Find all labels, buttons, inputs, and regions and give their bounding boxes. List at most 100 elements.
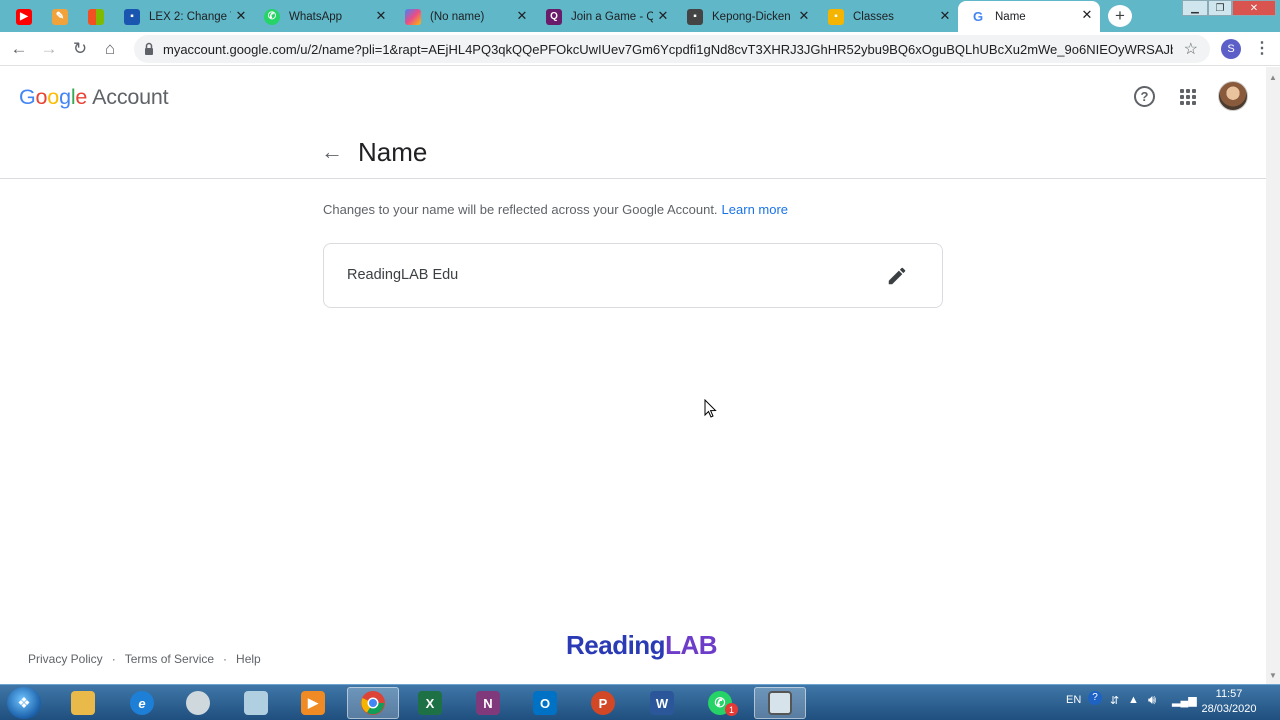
tab-classes[interactable]: ▪ Classes ✕	[828, 2, 958, 31]
taskbar-whatsapp[interactable]: ✆ 1	[694, 687, 746, 719]
close-icon[interactable]: ✕	[938, 9, 952, 23]
restore-button[interactable]: ❐	[1208, 0, 1232, 16]
tab-no-name[interactable]: (No name) ✕	[405, 2, 535, 31]
start-button[interactable]: ❖	[7, 687, 41, 719]
scroll-up-arrow-icon[interactable]: ▲	[1269, 73, 1277, 82]
powerpoint-icon: P	[591, 691, 615, 715]
close-icon[interactable]: ✕	[515, 9, 529, 23]
tab-lex2[interactable]: ▪ LEX 2: Change T ✕	[124, 2, 254, 31]
taskbar-paint[interactable]	[172, 687, 224, 719]
home-button[interactable]: ⌂	[99, 38, 121, 60]
tab-kepong[interactable]: ▪ Kepong-Dicken ✕	[687, 2, 817, 31]
tab-join-a-game[interactable]: Q Join a Game - Q ✕	[546, 2, 676, 31]
help-icon[interactable]: ?	[1134, 86, 1155, 107]
taskbar-chrome[interactable]	[347, 687, 399, 719]
tab-whatsapp[interactable]: ✆ WhatsApp ✕	[264, 2, 394, 31]
reload-button[interactable]: ↻	[69, 38, 91, 60]
taskbar-explorer[interactable]	[57, 687, 109, 719]
close-icon[interactable]: ✕	[797, 9, 811, 23]
back-arrow-icon[interactable]: ←	[321, 139, 343, 165]
tab-label: Classes	[853, 10, 894, 23]
edit-pencil-icon[interactable]	[886, 265, 908, 287]
forward-button[interactable]: →	[38, 38, 60, 60]
close-icon[interactable]: ✕	[234, 9, 248, 23]
quizizz-icon: Q	[546, 8, 562, 25]
tab-pencil-doc[interactable]: ✎	[52, 2, 78, 31]
close-window-button[interactable]: ✕	[1232, 0, 1276, 16]
logo-letter: e	[75, 85, 88, 109]
word-icon: W	[650, 691, 674, 715]
logo-letter: o	[35, 85, 48, 109]
help-tray-icon[interactable]: ?	[1088, 691, 1102, 705]
scroll-down-arrow-icon[interactable]: ▼	[1269, 671, 1277, 680]
paint-palette-icon	[186, 691, 210, 715]
system-clock[interactable]: 11:57 28/03/2020	[1196, 687, 1262, 717]
page-title-bar: ← Name	[0, 127, 1266, 179]
tab-label: Kepong-Dicken	[712, 10, 791, 23]
close-icon[interactable]: ✕	[1080, 8, 1094, 22]
close-icon[interactable]: ✕	[374, 9, 388, 23]
name-card[interactable]: ReadingLAB Edu	[323, 243, 943, 308]
volume-icon[interactable]: 🔊︎	[1148, 692, 1156, 708]
help-link[interactable]: Help	[236, 652, 261, 666]
show-hidden-icons-icon[interactable]: ▲	[1128, 694, 1139, 706]
name-description: Changes to your name will be reflected a…	[323, 202, 788, 217]
tab-name-active[interactable]: G Name ✕	[958, 1, 1100, 32]
network-tray-icon[interactable]: ⇵	[1110, 694, 1119, 707]
tab-label: Name	[995, 10, 1026, 23]
google-apps-icon[interactable]	[1180, 89, 1196, 105]
learn-more-link[interactable]: Learn more	[722, 202, 788, 217]
person-card-icon: ▪	[124, 8, 140, 25]
whatsapp-icon: ✆	[264, 8, 280, 25]
privacy-policy-link[interactable]: Privacy Policy	[28, 652, 103, 666]
tab-label: WhatsApp	[289, 10, 343, 23]
internet-explorer-icon: e	[130, 691, 154, 715]
taskbar-powerpoint[interactable]: P	[577, 687, 629, 719]
language-indicator[interactable]: EN	[1066, 694, 1081, 706]
logo-letter: G	[19, 85, 36, 109]
logo-word: LAB	[665, 630, 718, 660]
taskbar-recorder[interactable]	[754, 687, 806, 719]
address-bar[interactable]: myaccount.google.com/u/2/name?pli=1&rapt…	[134, 35, 1210, 63]
taskbar-ie[interactable]: e	[116, 687, 168, 719]
notification-badge: 1	[725, 703, 738, 716]
url-text: myaccount.google.com/u/2/name?pli=1&rapt…	[163, 42, 1173, 57]
windows-taskbar: ❖ e ▶ X N O P W ✆ 1	[0, 684, 1280, 720]
minimize-button[interactable]: ▁	[1182, 0, 1208, 16]
logo-letter: g	[59, 85, 71, 109]
google-account-logo[interactable]: Google Account	[19, 85, 169, 110]
taskbar-notes[interactable]	[230, 687, 282, 719]
footer-links: Privacy Policy · Terms of Service · Help	[28, 652, 261, 666]
footer-separator: ·	[111, 652, 116, 666]
taskbar-onenote[interactable]: N	[462, 687, 514, 719]
new-tab-button[interactable]: +	[1108, 5, 1132, 27]
browser-menu-icon[interactable]: ⋮	[1254, 38, 1270, 58]
tab-youtube[interactable]: ▶	[16, 2, 42, 31]
taskbar-outlook[interactable]: O	[519, 687, 571, 719]
page-scrollbar[interactable]: ▲ ▼	[1266, 67, 1280, 684]
taskbar-excel[interactable]: X	[404, 687, 456, 719]
description-text: Changes to your name will be reflected a…	[323, 202, 718, 217]
excel-icon: X	[418, 691, 442, 715]
tab-label: Join a Game - Q	[571, 10, 653, 23]
onenote-icon: N	[476, 691, 500, 715]
terms-of-service-link[interactable]: Terms of Service	[125, 652, 214, 666]
taskbar-word[interactable]: W	[636, 687, 688, 719]
taskbar-media[interactable]: ▶	[287, 687, 339, 719]
close-icon[interactable]: ✕	[656, 9, 670, 23]
page-title: Name	[358, 137, 428, 167]
youtube-icon: ▶	[16, 8, 32, 25]
tab-microsoft[interactable]	[88, 2, 114, 31]
signal-icon[interactable]: ▂▄▆	[1172, 694, 1197, 707]
clock-time: 11:57	[1215, 688, 1243, 700]
chrome-icon	[361, 691, 385, 715]
browser-profile-avatar[interactable]: S	[1221, 39, 1241, 59]
account-avatar[interactable]	[1218, 81, 1248, 111]
bookmark-star-icon[interactable]: ☆	[1184, 39, 1198, 59]
product-name: Account	[92, 85, 169, 109]
pencil-doc-icon: ✎	[52, 8, 68, 25]
folder-icon	[71, 691, 95, 715]
classroom-icon: ▪	[828, 8, 844, 25]
screen-recorder-icon	[768, 691, 792, 715]
back-button[interactable]: ←	[8, 38, 30, 60]
